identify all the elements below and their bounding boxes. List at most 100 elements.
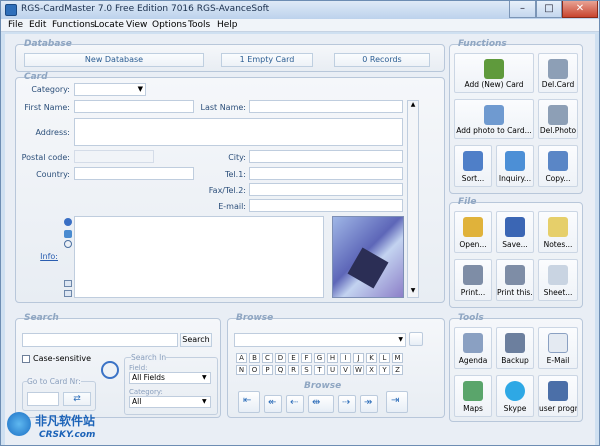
delete-photo-button[interactable]: Del.Photo xyxy=(538,99,578,139)
chevron-down-icon[interactable]: ▼ xyxy=(202,398,207,405)
category-search-select[interactable]: All xyxy=(129,396,211,408)
title-bar[interactable]: RGS-CardMaster 7.0 Free Edition 7016 RGS… xyxy=(1,1,599,19)
maps-button[interactable]: Maps xyxy=(454,375,492,417)
prev-page-button[interactable]: ↞ xyxy=(264,395,282,413)
info-label[interactable]: Info: xyxy=(28,252,58,261)
card-photo[interactable] xyxy=(332,216,404,298)
map-icon xyxy=(463,381,483,401)
letter-key-y[interactable]: Y xyxy=(379,365,390,375)
current-card-button[interactable]: ⇹ xyxy=(308,395,334,413)
card-icon[interactable] xyxy=(64,290,72,297)
menu-edit[interactable]: Edit xyxy=(29,20,46,30)
letter-key-k[interactable]: K xyxy=(366,353,377,363)
last-name-field[interactable] xyxy=(249,100,403,113)
delete-card-button[interactable]: Del.Card xyxy=(538,53,578,93)
agenda-button[interactable]: Agenda xyxy=(454,327,492,369)
menu-options[interactable]: Options xyxy=(152,20,187,30)
maximize-button[interactable]: □ xyxy=(536,1,562,18)
field-select[interactable]: All Fields xyxy=(129,372,211,384)
database-name[interactable]: New Database xyxy=(24,53,204,67)
letter-key-b[interactable]: B xyxy=(249,353,260,363)
open-button[interactable]: Open... xyxy=(454,211,492,253)
minimize-button[interactable]: – xyxy=(509,1,536,18)
backup-button[interactable]: Backup xyxy=(496,327,534,369)
chevron-down-icon[interactable]: ▼ xyxy=(202,374,207,381)
menu-view[interactable]: View xyxy=(126,20,147,30)
letter-key-m[interactable]: M xyxy=(392,353,403,363)
person-icon[interactable] xyxy=(64,218,72,226)
letter-key-x[interactable]: X xyxy=(366,365,377,375)
add-card-button[interactable]: Add (New) Card xyxy=(454,53,534,93)
letter-key-l[interactable]: L xyxy=(379,353,390,363)
copy-button[interactable]: Copy... xyxy=(538,145,578,187)
last-card-button[interactable]: ⇥ xyxy=(386,391,408,413)
letter-key-a[interactable]: A xyxy=(236,353,247,363)
user-program-button[interactable]: user program xyxy=(538,375,578,417)
email-field[interactable] xyxy=(249,199,403,212)
letter-key-z[interactable]: Z xyxy=(392,365,403,375)
letter-key-h[interactable]: H xyxy=(327,353,338,363)
letter-key-e[interactable]: E xyxy=(288,353,299,363)
info-field[interactable] xyxy=(74,216,324,298)
category-select[interactable]: ▼ xyxy=(74,83,146,96)
address-field[interactable] xyxy=(74,118,403,146)
menu-tools[interactable]: Tools xyxy=(188,20,210,30)
search-button[interactable]: Search xyxy=(180,333,212,347)
save-button[interactable]: Save... xyxy=(496,211,534,253)
letter-key-s[interactable]: S xyxy=(301,365,312,375)
country-field[interactable] xyxy=(74,167,194,180)
city-field[interactable] xyxy=(249,150,403,163)
menu-help[interactable]: Help xyxy=(217,20,238,30)
sort-button[interactable]: Sort... xyxy=(454,145,492,187)
search-input[interactable] xyxy=(22,333,178,347)
first-name-field[interactable] xyxy=(74,100,194,113)
add-photo-button[interactable]: Add photo to Card... xyxy=(454,99,534,139)
print-button[interactable]: Print... xyxy=(454,259,492,301)
image-icon[interactable] xyxy=(64,280,72,287)
letter-key-w[interactable]: W xyxy=(353,365,364,375)
print-this-button[interactable]: Print this... xyxy=(496,259,534,301)
window-title: RGS-CardMaster 7.0 Free Edition 7016 RGS… xyxy=(21,4,270,14)
fax-field[interactable] xyxy=(249,183,403,196)
globe-icon[interactable] xyxy=(64,230,72,238)
card-scrollbar[interactable]: ▲ ▼ xyxy=(407,100,419,298)
letter-key-v[interactable]: V xyxy=(340,365,351,375)
letter-key-g[interactable]: G xyxy=(314,353,325,363)
menu-functions[interactable]: Functions xyxy=(52,20,95,30)
letter-key-d[interactable]: D xyxy=(275,353,286,363)
notes-button[interactable]: Notes... xyxy=(538,211,578,253)
letter-key-u[interactable]: U xyxy=(327,365,338,375)
clock-icon[interactable] xyxy=(64,240,72,248)
letter-key-i[interactable]: I xyxy=(340,353,351,363)
letter-key-n[interactable]: N xyxy=(236,365,247,375)
next-card-button[interactable]: ⇢ xyxy=(338,395,356,413)
letter-key-o[interactable]: O xyxy=(249,365,260,375)
category-search-label: Category: xyxy=(129,388,163,396)
skype-button[interactable]: Skype xyxy=(496,375,534,417)
browse-select[interactable]: ▼ xyxy=(234,333,406,347)
letter-key-q[interactable]: Q xyxy=(275,365,286,375)
goto-input[interactable] xyxy=(27,392,59,406)
menu-file[interactable]: File xyxy=(8,20,23,30)
letter-key-f[interactable]: F xyxy=(301,353,312,363)
email-button[interactable]: E-Mail xyxy=(538,327,578,369)
letter-key-c[interactable]: C xyxy=(262,353,273,363)
browse-go-button[interactable] xyxy=(409,332,423,346)
postal-code-field[interactable] xyxy=(74,150,154,163)
letter-key-j[interactable]: J xyxy=(353,353,364,363)
scroll-down-icon[interactable]: ▼ xyxy=(408,287,418,297)
letter-key-t[interactable]: T xyxy=(314,365,325,375)
case-sensitive-checkbox[interactable] xyxy=(22,355,30,363)
prev-card-button[interactable]: ⇠ xyxy=(286,395,304,413)
close-button[interactable]: ✕ xyxy=(562,1,598,18)
goto-button[interactable]: ⇄ xyxy=(63,392,91,406)
inquiry-button[interactable]: Inquiry... xyxy=(496,145,534,187)
sheet-button[interactable]: Sheet... xyxy=(538,259,578,301)
scroll-up-icon[interactable]: ▲ xyxy=(408,101,418,111)
menu-locate[interactable]: Locate xyxy=(94,20,124,30)
first-card-button[interactable]: ⇤ xyxy=(238,391,260,413)
letter-key-r[interactable]: R xyxy=(288,365,299,375)
tel1-field[interactable] xyxy=(249,167,403,180)
letter-key-p[interactable]: P xyxy=(262,365,273,375)
next-page-button[interactable]: ↠ xyxy=(360,395,378,413)
